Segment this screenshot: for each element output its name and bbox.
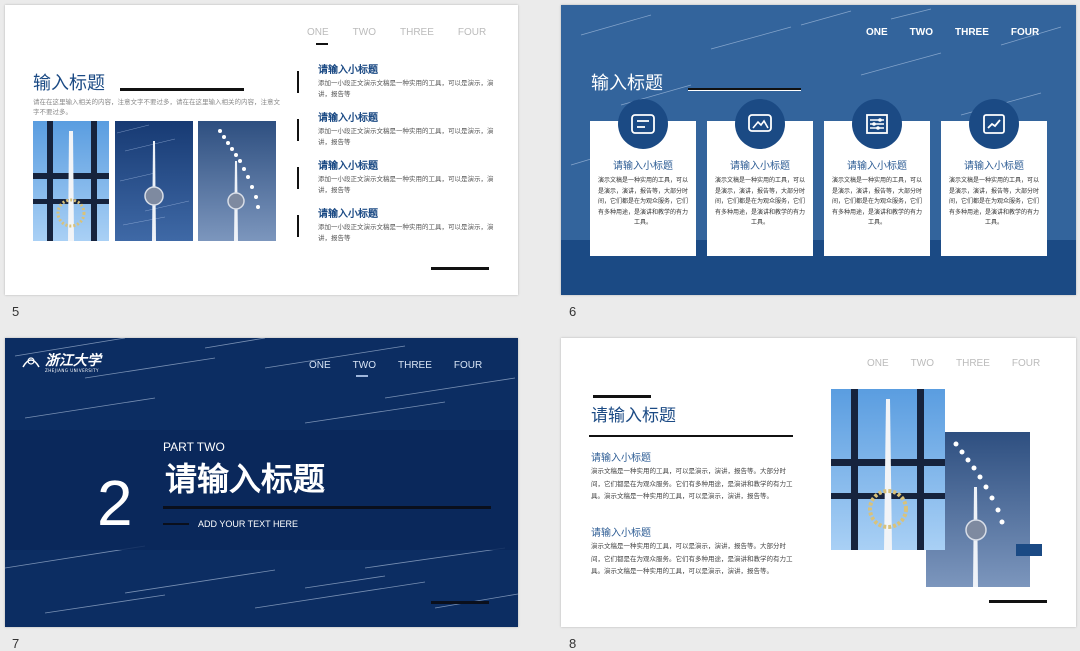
list-item: 请输入小标题 添加一小段正文演示文稿是一种实用的工具，可以是演示，演讲，报告等 [297,157,502,205]
card-heading: 请输入小标题 [613,161,673,172]
slide-nav: ONE TWO THREE FOUR [309,360,504,371]
list-marker [297,215,299,237]
slide-title: 请输入标题 [591,406,676,426]
list-item-text: 添加一小段正文演示文稿是一种实用的工具，可以是演示，演讲，报告等 [318,127,494,146]
list-marker [297,71,299,93]
card-text: 演示文稿是一种实用的工具，可以是演示，演讲，报告等，大部分时间，它们都是在为观众… [714,177,805,226]
section-text: 演示文稿是一种实用的工具，可以是演示，演讲，报告等。大部分时间，它们都是在为观众… [591,467,793,500]
feature-card: 请输入小标题 演示文稿是一种实用的工具，可以是演示，演讲，报告等，大部分时间，它… [824,99,930,256]
nav-item-one[interactable]: ONE [867,358,889,369]
section-heading: 请输入小标题 [591,528,651,539]
photo-window-tower [33,121,109,241]
nav-item-four[interactable]: FOUR [458,27,486,38]
card-text: 演示文稿是一种实用的工具，可以是演示，演讲，报告等，大部分时间，它们都是在为观众… [948,177,1039,226]
slide-6[interactable]: ONE TWO THREE FOUR 输入标题 请输入小标题 演示文稿是一种实用… [561,5,1076,295]
card-heading: 请输入小标题 [964,161,1024,172]
sliders-icon [852,99,902,149]
list-item-text: 添加一小段正文演示文稿是一种实用的工具，可以是演示，演讲，报告等 [318,175,494,194]
footer-bar [989,600,1047,603]
title-bar [688,88,801,91]
list-item: 请输入小标题 添加一小段正文演示文稿是一种实用的工具，可以是演示，演讲，报告等 [297,109,502,157]
nav-item-three[interactable]: THREE [400,27,434,38]
photo-tower-night [115,121,193,241]
list-item-text: 添加一小段正文演示文稿是一种实用的工具，可以是演示，演讲，报告等 [318,223,494,242]
list-icon [618,99,668,149]
slide-5[interactable]: ONE TWO THREE FOUR 输入标题 请在在这里输入相关的内容，注意文… [5,5,518,295]
title-underline [589,435,793,437]
nav-item-one[interactable]: ONE [309,360,331,371]
card-heading: 请输入小标题 [847,161,907,172]
card-heading: 请输入小标题 [730,161,790,172]
footer-bar [431,267,489,270]
photo-tower-moon [198,121,276,241]
slide-nav: ONE TWO THREE FOUR [866,27,1061,38]
list-marker [297,119,299,141]
card-text: 演示文稿是一种实用的工具，可以是演示，演讲，报告等，大部分时间，它们都是在为观众… [831,177,922,226]
title-bar [593,395,651,398]
nav-item-two[interactable]: TWO [911,358,934,369]
list-item: 请输入小标题 添加一小段正文演示文稿是一种实用的工具，可以是演示，演讲，报告等 [297,61,502,109]
nav-item-three[interactable]: THREE [955,27,989,38]
slide-title: 输入标题 [591,73,663,94]
image-icon [735,99,785,149]
slide-number: 5 [12,304,20,319]
list-item-heading: 请输入小标题 [318,113,378,124]
slide-7[interactable]: 浙江大学 ZHEJIANG UNIVERSITY ONE TWO THREE F… [5,338,518,627]
emblem-icon [22,357,40,368]
subtitle-list: 请输入小标题 添加一小段正文演示文稿是一种实用的工具，可以是演示，演讲，报告等 … [297,61,502,253]
logo-text-cn: 浙江大学 [45,353,101,369]
nav-item-one[interactable]: ONE [307,27,329,38]
feature-card: 请输入小标题 演示文稿是一种实用的工具，可以是演示，演讲，报告等，大部分时间，它… [941,99,1047,256]
slide-nav: ONE TWO THREE FOUR [867,358,1062,369]
title-underline [163,506,491,509]
list-item: 请输入小标题 添加一小段正文演示文稿是一种实用的工具，可以是演示，演讲，报告等 [297,205,502,253]
nav-indicator [316,43,328,45]
feature-card: 请输入小标题 演示文稿是一种实用的工具，可以是演示，演讲，报告等，大部分时间，它… [590,99,696,256]
slide-number: 8 [569,636,577,651]
slide-description: 请在在这里输入相关的内容，注意文字不要过多，请在在这里输入相关的内容，注意文字不… [33,98,280,116]
slide-8[interactable]: ONE TWO THREE FOUR 请输入标题 请输入小标题 演示文稿是一种实… [561,338,1076,627]
nav-indicator [356,375,368,377]
nav-item-one[interactable]: ONE [866,27,888,38]
card-text: 演示文稿是一种实用的工具，可以是演示，演讲，报告等，大部分时间，它们都是在为观众… [597,177,688,226]
nav-item-three[interactable]: THREE [398,360,432,371]
nav-item-three[interactable]: THREE [956,358,990,369]
section-subtitle: ADD YOUR TEXT HERE [198,519,299,529]
photo-window-tower [831,389,945,550]
slide-title: 输入标题 [33,73,105,94]
subtitle-marker [163,523,189,525]
logo-text-en: ZHEJIANG UNIVERSITY [45,368,99,373]
title-bar [120,88,244,91]
slide-nav: ONE TWO THREE FOUR [307,27,510,38]
slide-number: 6 [569,304,577,319]
university-logo: 浙江大学 ZHEJIANG UNIVERSITY [21,350,101,373]
accent-block [1016,544,1042,556]
section-text: 演示文稿是一种实用的工具，可以是演示，演讲，报告等。大部分时间，它们都是在为观众… [591,542,793,575]
feature-card: 请输入小标题 演示文稿是一种实用的工具，可以是演示，演讲，报告等，大部分时间，它… [707,99,813,256]
nav-item-four[interactable]: FOUR [1012,358,1040,369]
list-marker [297,167,299,189]
nav-item-four[interactable]: FOUR [454,360,482,371]
list-item-heading: 请输入小标题 [318,209,378,220]
slide-number: 7 [12,636,20,651]
nav-item-two[interactable]: TWO [353,27,376,38]
nav-item-four[interactable]: FOUR [1011,27,1039,38]
section-title: 请输入标题 [165,460,326,498]
nav-item-two[interactable]: TWO [910,27,933,38]
section-heading: 请输入小标题 [591,453,651,464]
trend-chart-icon [969,99,1019,149]
footer-bar [431,601,489,604]
list-item-heading: 请输入小标题 [318,161,378,172]
list-item-text: 添加一小段正文演示文稿是一种实用的工具，可以是演示，演讲，报告等 [318,79,494,98]
section-part-label: PART TWO [163,440,225,454]
nav-item-two[interactable]: TWO [353,360,376,371]
list-item-heading: 请输入小标题 [318,65,378,76]
section-number: 2 [97,467,133,539]
